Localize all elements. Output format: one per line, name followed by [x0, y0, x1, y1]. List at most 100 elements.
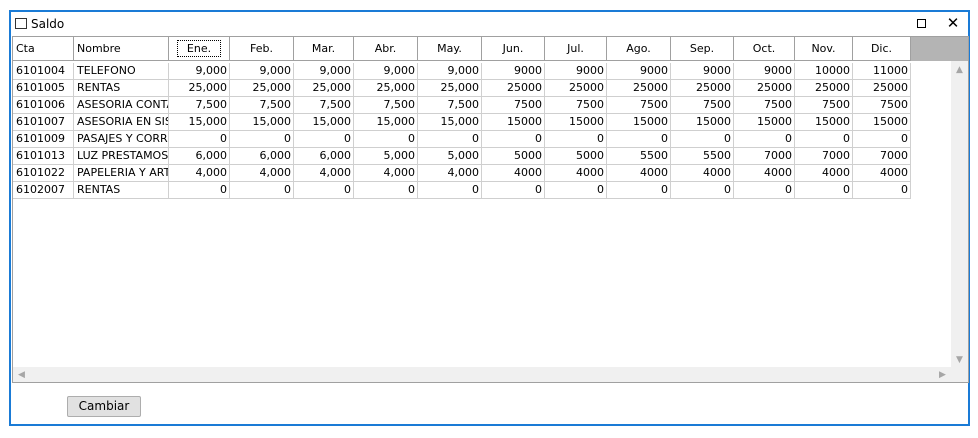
month-value-cell[interactable]: 0 [294, 131, 354, 148]
month-value-cell[interactable]: 7000 [795, 148, 853, 165]
month-value-cell[interactable]: 0 [418, 182, 482, 199]
month-value-cell[interactable]: 9,000 [294, 63, 354, 80]
month-value-cell[interactable]: 9000 [607, 63, 671, 80]
month-value-cell[interactable]: 25,000 [169, 80, 230, 97]
cambiar-button[interactable]: Cambiar [67, 396, 141, 417]
account-cell[interactable]: 6101004 [13, 63, 74, 80]
month-value-cell[interactable]: 15,000 [230, 114, 294, 131]
name-cell[interactable]: ASESORIA EN SISTEMAS [74, 114, 169, 131]
month-value-cell[interactable]: 15,000 [354, 114, 418, 131]
horizontal-scrollbar[interactable]: ◀ ▶ [13, 367, 951, 382]
account-cell[interactable]: 6101013 [13, 148, 74, 165]
month-value-cell[interactable]: 4,000 [418, 165, 482, 182]
month-value-cell[interactable]: 7,500 [418, 97, 482, 114]
month-value-cell[interactable]: 4000 [671, 165, 734, 182]
month-value-cell[interactable]: 25000 [671, 80, 734, 97]
account-cell[interactable]: 6101007 [13, 114, 74, 131]
table-row[interactable]: 6101009PASAJES Y CORREOS000000000000 [13, 131, 953, 148]
table-row[interactable]: 6101005 RENTAS 25,000 25,000 25,000 25,000 25,… [13, 80, 953, 97]
month-value-cell[interactable]: 0 [230, 182, 294, 199]
month-value-cell[interactable]: 6,000 [169, 148, 230, 165]
month-value-cell[interactable]: 4000 [853, 165, 911, 182]
month-value-cell[interactable]: 0 [795, 182, 853, 199]
month-value-cell[interactable]: 0 [230, 131, 294, 148]
scroll-up-icon[interactable]: ▲ [951, 65, 968, 75]
month-value-cell[interactable]: 25000 [734, 80, 795, 97]
name-cell[interactable]: LUZ PRESTAMOS [74, 148, 169, 165]
month-value-cell[interactable]: 25000 [795, 80, 853, 97]
month-value-cell[interactable]: 0 [169, 131, 230, 148]
month-value-cell[interactable]: 4,000 [294, 165, 354, 182]
month-value-cell[interactable]: 7000 [853, 148, 911, 165]
month-value-cell[interactable]: 25000 [482, 80, 545, 97]
month-value-cell[interactable]: 11000 [853, 63, 911, 80]
month-value-cell[interactable]: 5,000 [418, 148, 482, 165]
month-value-cell[interactable]: 15000 [482, 114, 545, 131]
month-value-cell[interactable]: 0 [545, 131, 607, 148]
month-value-cell[interactable]: 9000 [482, 63, 545, 80]
month-value-cell[interactable]: 7500 [734, 97, 795, 114]
month-value-cell[interactable]: 4000 [795, 165, 853, 182]
table-row[interactable]: 6101022PAPELERIA Y ARTICULOS4,0004,0004,… [13, 165, 953, 182]
month-value-cell[interactable]: 7500 [482, 97, 545, 114]
column-header-2[interactable]: Ene. [169, 37, 230, 61]
month-value-cell[interactable]: 15,000 [169, 114, 230, 131]
scroll-down-icon[interactable]: ▼ [951, 355, 968, 365]
month-value-cell[interactable]: 4,000 [354, 165, 418, 182]
month-value-cell[interactable]: 9000 [671, 63, 734, 80]
column-header-3[interactable]: Feb. [230, 37, 294, 61]
month-value-cell[interactable]: 25000 [545, 80, 607, 97]
month-value-cell[interactable]: 25000 [607, 80, 671, 97]
scroll-right-icon[interactable]: ▶ [934, 370, 951, 380]
table-row[interactable]: 6101006ASESORIA CONTABLE7,5007,5007,5007… [13, 97, 953, 114]
column-header-0[interactable]: Cta [13, 37, 74, 61]
month-value-cell[interactable]: 15000 [853, 114, 911, 131]
month-value-cell[interactable]: 0 [294, 182, 354, 199]
month-value-cell[interactable]: 25,000 [354, 80, 418, 97]
account-cell[interactable]: 6101022 [13, 165, 74, 182]
month-value-cell[interactable]: 4000 [545, 165, 607, 182]
month-value-cell[interactable]: 7500 [853, 97, 911, 114]
column-header-8[interactable]: Jul. [545, 37, 607, 61]
close-button[interactable]: ✕ [945, 15, 961, 31]
month-value-cell[interactable]: 9,000 [169, 63, 230, 80]
table-row[interactable]: 6101004 TELEFONO 9,000 9,000 9,000 9,000 9,000… [13, 63, 953, 80]
month-value-cell[interactable]: 25,000 [418, 80, 482, 97]
month-value-cell[interactable]: 9000 [545, 63, 607, 80]
month-value-cell[interactable]: 0 [671, 131, 734, 148]
account-cell[interactable]: 6101006 [13, 97, 74, 114]
month-value-cell[interactable]: 15000 [795, 114, 853, 131]
month-value-cell[interactable]: 4,000 [169, 165, 230, 182]
month-value-cell[interactable]: 4000 [482, 165, 545, 182]
account-cell[interactable]: 6101005 [13, 80, 74, 97]
month-value-cell[interactable]: 0 [169, 182, 230, 199]
month-value-cell[interactable]: 0 [607, 182, 671, 199]
month-value-cell[interactable]: 0 [734, 131, 795, 148]
account-cell[interactable]: 6102007 [13, 182, 74, 199]
month-value-cell[interactable]: 0 [482, 182, 545, 199]
month-value-cell[interactable]: 15,000 [294, 114, 354, 131]
month-value-cell[interactable]: 7500 [671, 97, 734, 114]
month-value-cell[interactable]: 7,500 [354, 97, 418, 114]
month-value-cell[interactable]: 5,000 [354, 148, 418, 165]
name-cell[interactable]: RENTAS [74, 80, 169, 97]
month-value-cell[interactable]: 9000 [734, 63, 795, 80]
column-header-4[interactable]: Mar. [294, 37, 354, 61]
vertical-scrollbar[interactable]: ▲ ▼ [951, 61, 968, 368]
month-value-cell[interactable]: 5500 [607, 148, 671, 165]
month-value-cell[interactable]: 6,000 [294, 148, 354, 165]
month-value-cell[interactable]: 9,000 [354, 63, 418, 80]
name-cell[interactable]: TELEFONO [74, 63, 169, 80]
column-header-11[interactable]: Oct. [734, 37, 795, 61]
name-cell[interactable]: ASESORIA CONTABLE [74, 97, 169, 114]
month-value-cell[interactable]: 15000 [545, 114, 607, 131]
column-header-6[interactable]: May. [418, 37, 482, 61]
account-cell[interactable]: 6101009 [13, 131, 74, 148]
name-cell[interactable]: RENTAS [74, 182, 169, 199]
month-value-cell[interactable]: 7,500 [230, 97, 294, 114]
month-value-cell[interactable]: 0 [795, 131, 853, 148]
name-cell[interactable]: PASAJES Y CORREOS [74, 131, 169, 148]
column-header-7[interactable]: Jun. [482, 37, 545, 61]
month-value-cell[interactable]: 5000 [482, 148, 545, 165]
month-value-cell[interactable]: 9,000 [418, 63, 482, 80]
